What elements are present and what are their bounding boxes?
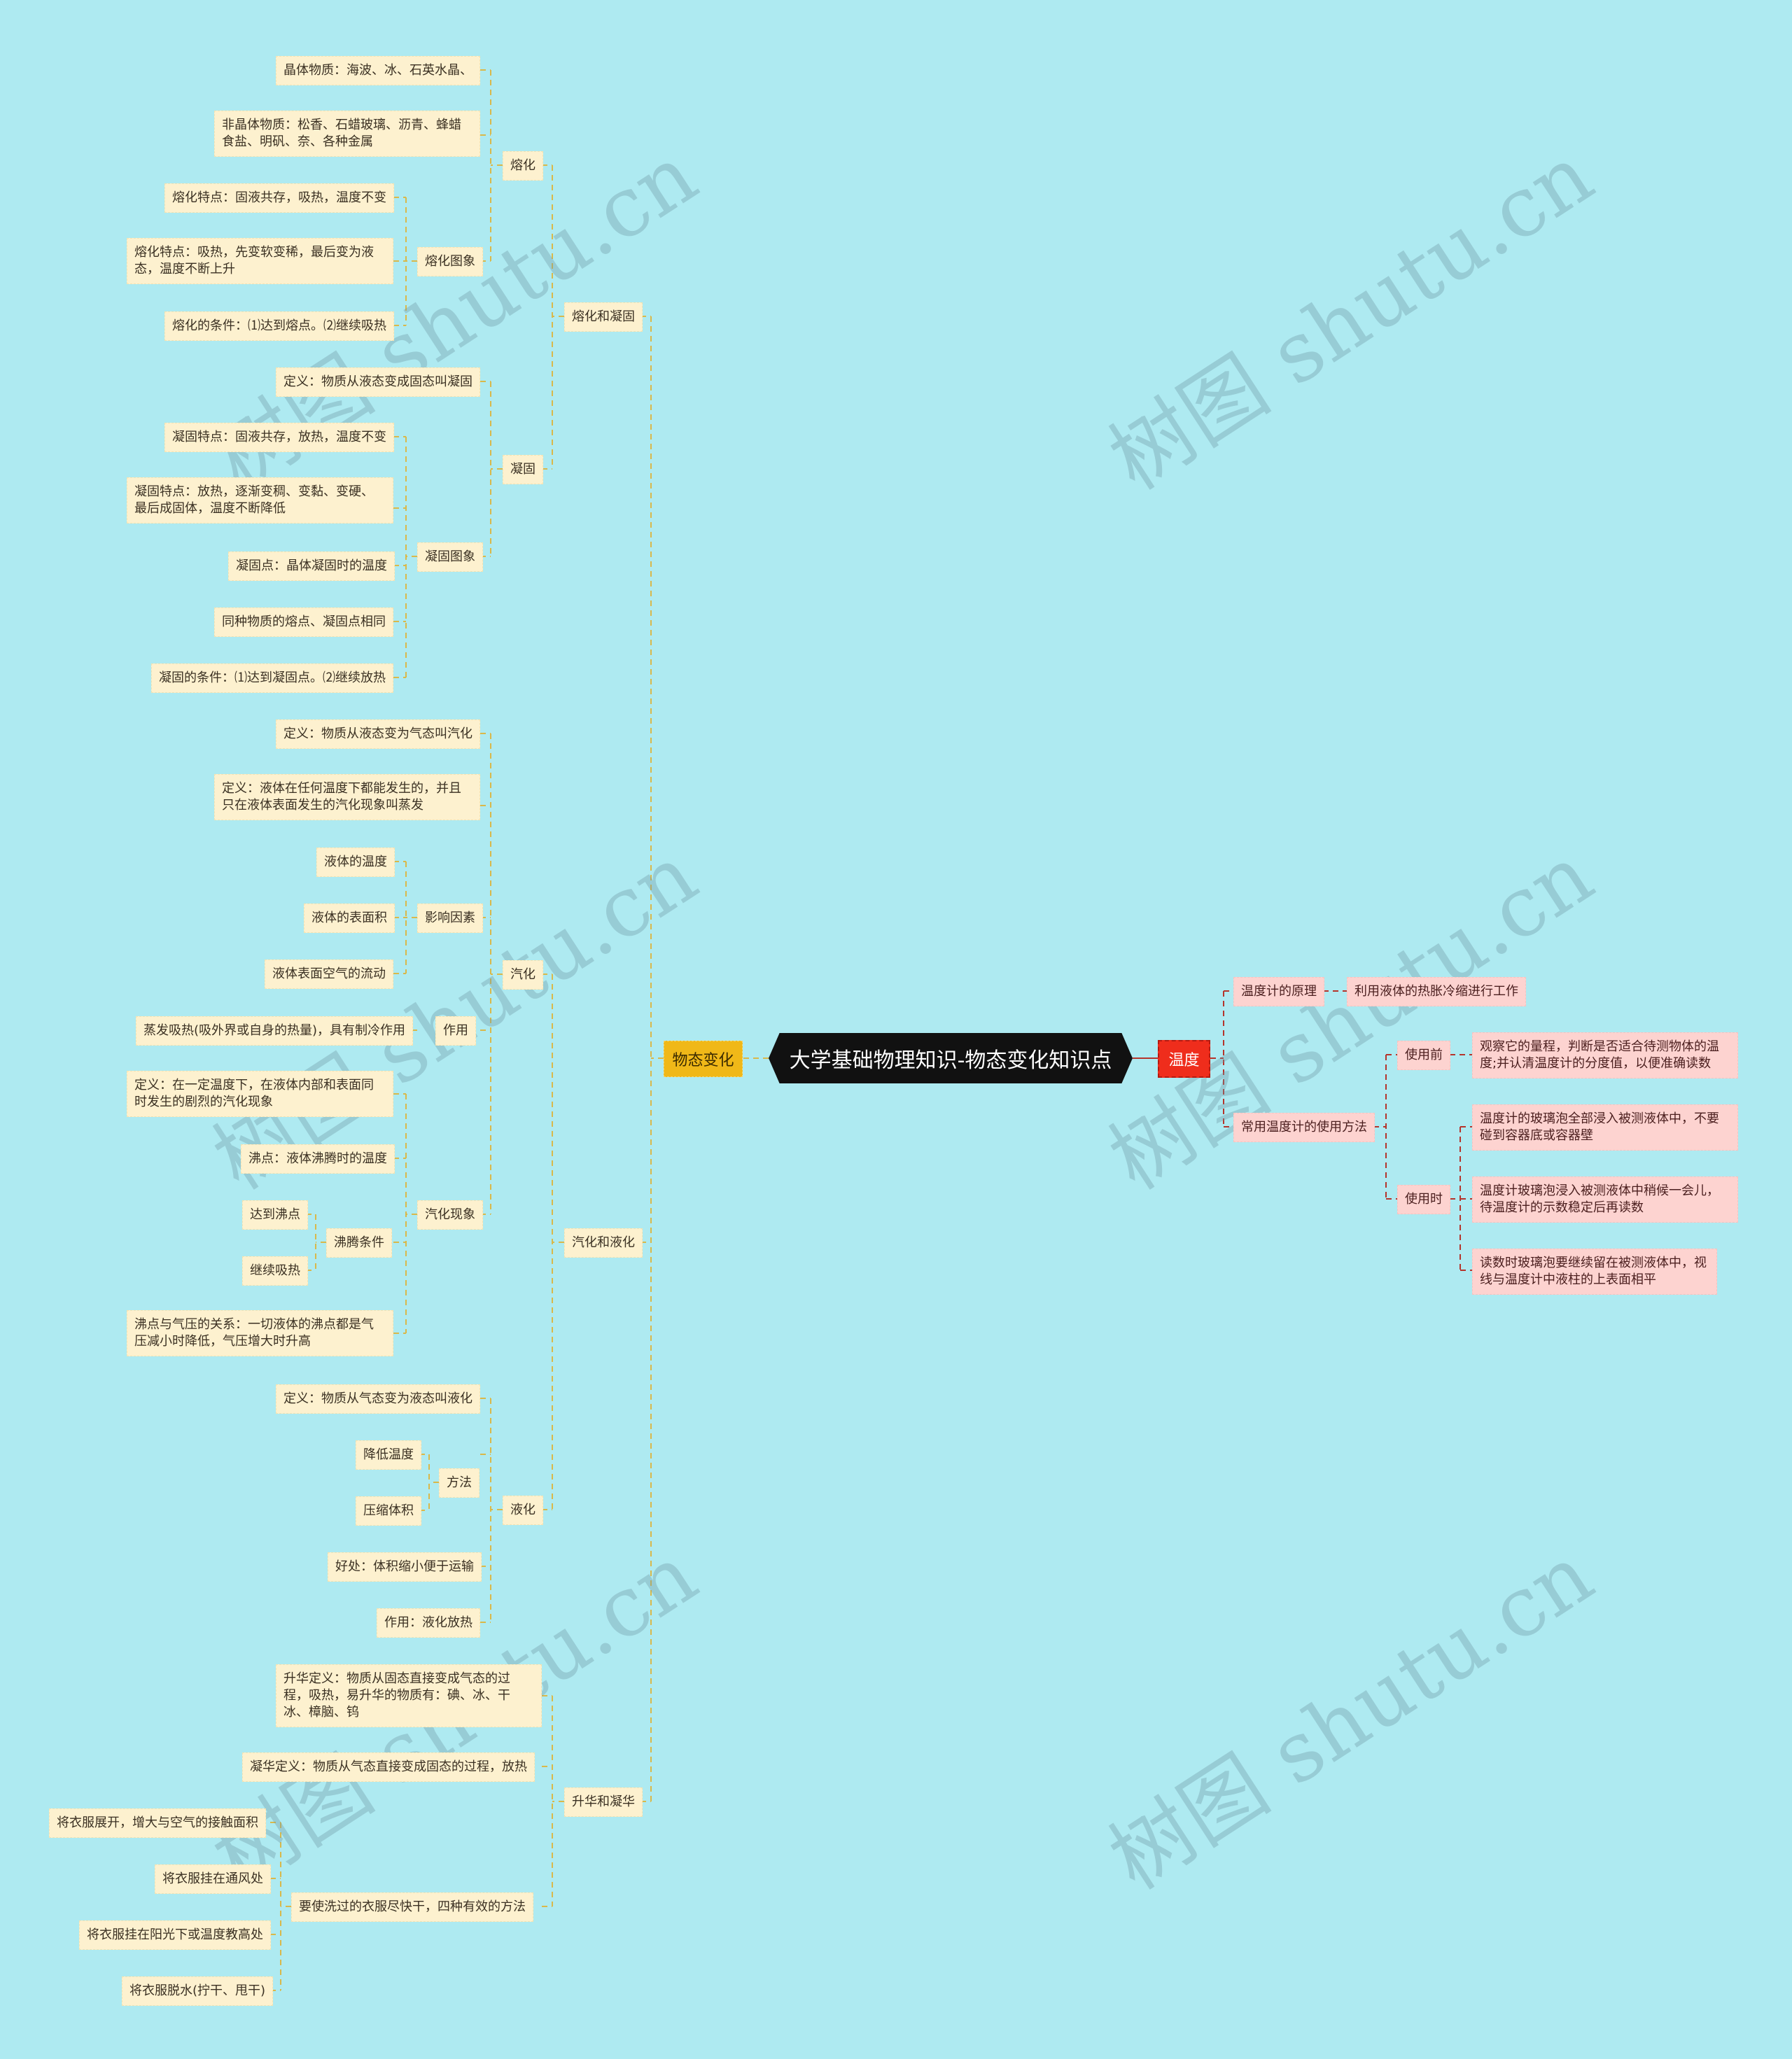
topic-before-use[interactable]: 使用前 [1397,1041,1450,1070]
topic-during-use[interactable]: 使用时 [1397,1185,1450,1214]
leaf-factor[interactable]: 液体的温度 [316,848,395,877]
leaf-drying[interactable]: 将衣服挂在通风处 [155,1864,271,1894]
leaf-liquefy-def[interactable]: 定义：物质从气态变为液态叫液化 [276,1384,480,1414]
topic-vapor-liquid[interactable]: 汽化和液化 [564,1228,643,1258]
topic-boiling-conditions[interactable]: 沸腾条件 [326,1228,392,1258]
leaf-during-use[interactable]: 温度计的玻璃泡全部浸入被测液体中，不要碰到容器底或容器壁 [1472,1104,1738,1151]
leaf-condition[interactable]: 继续吸热 [242,1256,308,1286]
topic-usage[interactable]: 常用温度计的使用方法 [1233,1113,1375,1142]
leaf-freeze-def[interactable]: 定义：物质从液态变成固态叫凝固 [276,367,480,397]
leaf-drying[interactable]: 将衣服挂在阳光下或温度教高处 [79,1920,271,1950]
topic-melt[interactable]: 熔化 [503,151,543,181]
topic-vapor[interactable]: 汽化 [503,960,543,990]
leaf-effect[interactable]: 蒸发吸热(吸外界或自身的热量)，具有制冷作用 [136,1016,414,1046]
branch-phase-change[interactable]: 物态变化 [664,1041,743,1077]
leaf-condition[interactable]: 达到沸点 [242,1200,308,1230]
topic-melt-graph[interactable]: 熔化图象 [417,247,483,276]
topic-phenomenon[interactable]: 汽化现象 [417,1200,483,1230]
leaf-boiling-point[interactable]: 沸点：液体沸腾时的温度 [241,1144,395,1174]
leaf-during-use[interactable]: 读数时玻璃泡要继续留在被测液体中，视线与温度计中液柱的上表面相平 [1472,1249,1717,1295]
leaf-freeze-graph[interactable]: 凝固特点：固液共存，放热，温度不变 [164,423,394,452]
leaf-freeze-graph[interactable]: 同种物质的熔点、凝固点相同 [214,607,393,637]
leaf-freeze-graph[interactable]: 凝固点：晶体凝固时的温度 [228,551,395,581]
leaf-freeze-graph[interactable]: 凝固的条件：⑴达到凝固点。⑵继续放热 [151,663,393,693]
leaf-sublimation-def[interactable]: 升华定义：物质从固态直接变成气态的过程，吸热，易升华的物质有：碘、冰、干冰、樟脑… [276,1664,542,1727]
leaf-vapor-def[interactable]: 定义：物质从液态变为气态叫汽化 [276,719,480,749]
leaf-boiling-def[interactable]: 定义：在一定温度下，在液体内部和表面同时发生的剧烈的汽化现象 [127,1071,393,1117]
leaf-benefit[interactable]: 好处：体积缩小便于运输 [328,1552,482,1582]
topic-sublimation[interactable]: 升华和凝华 [564,1787,643,1817]
leaf-factor[interactable]: 液体的表面积 [304,904,395,933]
leaf-method[interactable]: 降低温度 [356,1440,421,1470]
leaf-drying[interactable]: 将衣服展开，增大与空气的接触面积 [49,1808,266,1838]
leaf-melt-graph[interactable]: 熔化的条件：⑴达到熔点。⑵继续吸热 [164,311,394,341]
topic-drying[interactable]: 要使洗过的衣服尽快干，四种有效的方法 [291,1892,533,1922]
leaf-principle[interactable]: 利用液体的热胀冷缩进行工作 [1347,977,1526,1006]
topic-principle[interactable]: 温度计的原理 [1233,977,1324,1006]
leaf-pressure[interactable]: 沸点与气压的关系：一切液体的沸点都是气压减小时降低，气压增大时升高 [127,1310,393,1356]
leaf-noncrystal[interactable]: 非晶体物质：松香、石蜡玻璃、沥青、蜂蜡食盐、明矾、奈、各种金属 [214,111,480,157]
leaf-freeze-graph[interactable]: 凝固特点：放热，逐渐变稠、变黏、变硬、最后成固体，温度不断降低 [127,477,393,523]
topic-freeze[interactable]: 凝固 [503,455,543,484]
leaf-factor[interactable]: 液体表面空气的流动 [265,960,393,989]
leaf-crystal[interactable]: 晶体物质：海波、冰、石英水晶、 [276,56,480,85]
topic-methods[interactable]: 方法 [439,1468,479,1498]
topic-effect[interactable]: 作用 [435,1016,476,1046]
leaf-liquefy-effect[interactable]: 作用：液化放热 [377,1608,480,1638]
topic-melt-freeze[interactable]: 熔化和凝固 [564,302,643,332]
leaf-melt-graph[interactable]: 熔化特点：固液共存，吸热，温度不变 [164,183,394,213]
leaf-method[interactable]: 压缩体积 [356,1496,421,1526]
mindmap-canvas: 树图 shutu.cn 树图 shutu.cn 树图 shutu.cn 树图 s… [0,0,1792,2059]
leaf-during-use[interactable]: 温度计玻璃泡浸入被测液体中稍候一会儿，待温度计的示数稳定后再读数 [1472,1176,1738,1223]
topic-freeze-graph[interactable]: 凝固图象 [417,542,483,572]
root-topic[interactable]: 大学基础物理知识-物态变化知识点 [769,1033,1133,1083]
leaf-melt-graph[interactable]: 熔化特点：吸热，先变软变稀，最后变为液态，温度不断上升 [127,238,393,284]
leaf-drying[interactable]: 将衣服脱水(拧干、甩干) [122,1976,274,2006]
branch-temperature[interactable]: 温度 [1158,1040,1210,1078]
topic-liquefy[interactable]: 液化 [503,1496,543,1525]
leaf-deposition-def[interactable]: 凝华定义：物质从气态直接变成固态的过程，放热 [242,1752,535,1782]
leaf-evaporation-def[interactable]: 定义：液体在任何温度下都能发生的，并且只在液体表面发生的汽化现象叫蒸发 [214,774,480,820]
leaf-before-use[interactable]: 观察它的量程，判断是否适合待测物体的温度;并认清温度计的分度值，以便准确读数 [1472,1032,1738,1078]
topic-factors[interactable]: 影响因素 [417,904,483,933]
line-trunk-left [650,316,664,1801]
